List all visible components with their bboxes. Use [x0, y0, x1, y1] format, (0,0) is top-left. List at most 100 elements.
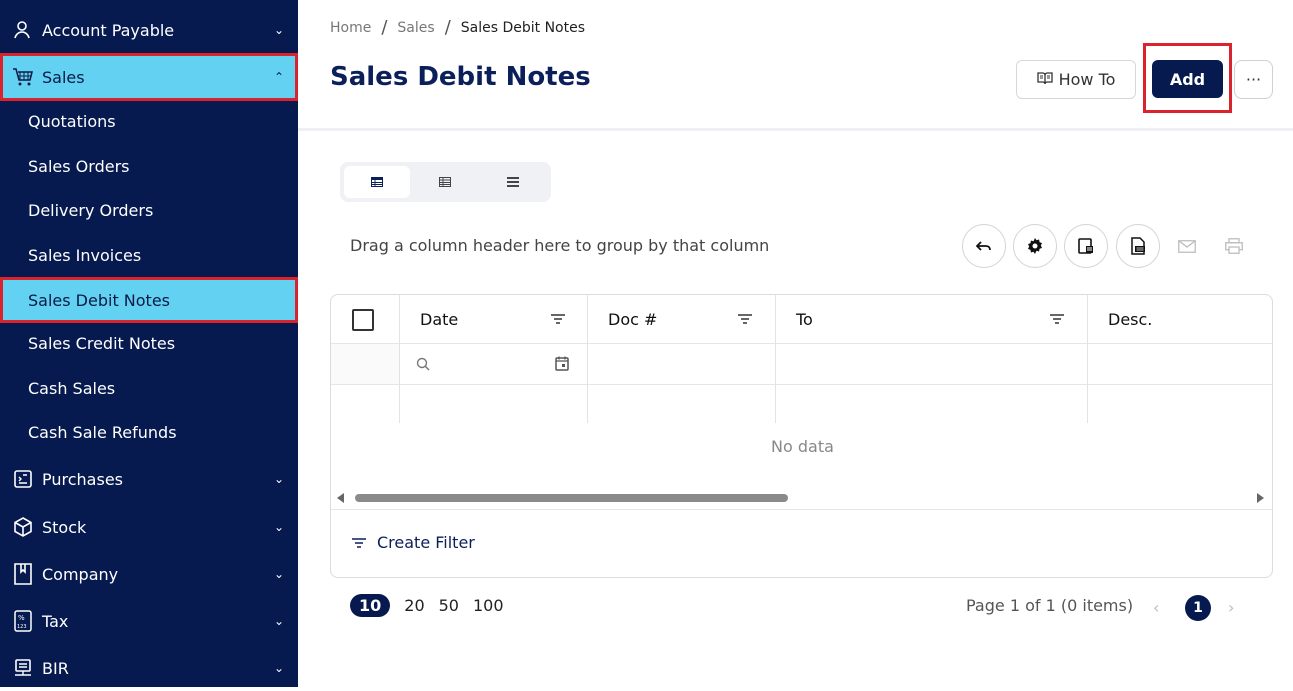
sidebar-group-company[interactable]: Company ⌄ [0, 551, 298, 597]
sidebar-item-label: Quotations [28, 112, 116, 131]
breadcrumb-home[interactable]: Home [330, 20, 371, 36]
grid-filter-row [331, 344, 1272, 385]
sidebar-item-sales-invoices[interactable]: Sales Invoices [0, 233, 298, 277]
sidebar-group-label: Account Payable [42, 20, 175, 40]
bookmark-icon [12, 563, 34, 585]
settings-button[interactable] [1013, 224, 1057, 268]
column-header-to[interactable]: To [796, 295, 813, 344]
how-to-label: How To [1058, 70, 1116, 89]
column-divider [587, 295, 588, 423]
filter-icon[interactable] [737, 312, 753, 326]
chevron-up-icon: ⌃ [273, 70, 285, 84]
search-icon[interactable] [416, 357, 430, 371]
monitor-icon [12, 657, 34, 679]
breadcrumb-separator: / [444, 17, 451, 38]
scroll-right-arrow[interactable] [1257, 493, 1264, 503]
horizontal-scrollbar[interactable] [331, 491, 1272, 505]
page-info: Page 1 of 1 (0 items) [966, 596, 1134, 615]
sidebar-item-cash-sale-refunds[interactable]: Cash Sale Refunds [0, 411, 298, 454]
list-view-icon [507, 177, 519, 187]
breadcrumb: Home / Sales / Sales Debit Notes [330, 17, 585, 38]
sidebar-item-cash-sales[interactable]: Cash Sales [0, 366, 298, 410]
filter-icon[interactable] [550, 312, 566, 326]
sidebar-group-label: Company [42, 564, 119, 584]
table-view-icon [371, 177, 383, 187]
add-button[interactable]: Add [1152, 60, 1223, 98]
filter-icon[interactable] [1049, 312, 1065, 326]
column-chooser-button[interactable] [1064, 224, 1108, 268]
email-button[interactable] [1176, 236, 1198, 256]
view-compact-button[interactable] [412, 166, 478, 198]
sidebar-item-quotations[interactable]: Quotations [0, 100, 298, 143]
breadcrumb-sales[interactable]: Sales [397, 20, 434, 36]
page-size-option[interactable]: 20 [404, 596, 424, 615]
page-title: Sales Debit Notes [330, 62, 591, 92]
view-list-button[interactable] [480, 166, 546, 198]
sidebar-group-label: Tax [42, 611, 69, 631]
undo-button[interactable] [962, 224, 1006, 268]
page-size-option[interactable]: 50 [439, 596, 459, 615]
sidebar-group-label: Sales [42, 67, 85, 87]
sidebar-group-label: BIR [42, 658, 69, 678]
sidebar-item-label: Delivery Orders [28, 201, 154, 220]
page-size-option[interactable]: 10 [350, 594, 391, 617]
gear-icon [1028, 238, 1042, 254]
file-export-icon [1131, 237, 1145, 255]
select-all-checkbox[interactable] [352, 309, 374, 331]
sidebar-group-purchases[interactable]: Purchases ⌄ [0, 456, 298, 502]
sidebar-item-label: Cash Sales [28, 378, 116, 398]
sidebar-item-sales-debit-notes[interactable]: Sales Debit Notes [0, 277, 298, 323]
create-filter-button[interactable]: Create Filter [351, 533, 475, 552]
column-divider [399, 295, 400, 423]
column-chooser-icon [1078, 238, 1093, 254]
cart-icon [12, 66, 34, 88]
sidebar: Account Payable ⌄ Sales ⌃ Quotations Sal… [0, 0, 298, 687]
chevron-down-icon: ⌄ [273, 472, 285, 486]
export-button[interactable] [1116, 224, 1160, 268]
scroll-left-arrow[interactable] [337, 493, 344, 503]
page-size-option[interactable]: 100 [473, 596, 504, 615]
how-to-button[interactable]: How To [1016, 60, 1136, 99]
sidebar-item-sales-orders[interactable]: Sales Orders [0, 144, 298, 188]
header-divider [298, 128, 1293, 131]
sidebar-group-bir[interactable]: BIR ⌄ [0, 645, 298, 691]
page-number-button[interactable]: 1 [1185, 595, 1211, 621]
main-content: Home / Sales / Sales Debit Notes Sales D… [298, 0, 1293, 687]
column-header-desc[interactable]: Desc. [1108, 295, 1152, 344]
sidebar-item-label: Sales Invoices [28, 245, 142, 265]
sidebar-item-delivery-orders[interactable]: Delivery Orders [0, 189, 298, 232]
page-size-selector: 10 20 50 100 [350, 594, 504, 617]
grid-view-icon [439, 177, 451, 187]
calendar-icon[interactable] [555, 356, 569, 371]
sidebar-group-sales[interactable]: Sales ⌃ [0, 53, 298, 101]
view-table-button[interactable] [344, 166, 410, 198]
prev-page-button[interactable]: ‹ [1153, 598, 1159, 617]
data-grid: Date Doc # To Desc. No data Create Filte… [330, 294, 1273, 578]
sidebar-group-tax[interactable]: % 123 Tax ⌄ [0, 598, 298, 644]
print-button[interactable] [1223, 236, 1245, 256]
chevron-down-icon: ⌄ [273, 520, 285, 534]
group-by-hint: Drag a column header here to group by th… [350, 236, 770, 255]
next-page-button[interactable]: › [1228, 598, 1234, 617]
sidebar-group-label: Stock [42, 517, 87, 537]
clipboard-icon [12, 468, 34, 490]
sidebar-group-account-payable[interactable]: Account Payable ⌄ [0, 8, 298, 52]
column-header-date[interactable]: Date [420, 295, 458, 344]
sidebar-group-label: Purchases [42, 469, 123, 489]
chevron-down-icon: ⌄ [273, 23, 285, 37]
more-options-button[interactable]: ··· [1234, 60, 1273, 99]
scroll-thumb[interactable] [355, 494, 788, 502]
user-icon [12, 19, 34, 41]
column-divider [1087, 295, 1088, 423]
no-data-message: No data [771, 437, 834, 456]
sidebar-item-label: Sales Debit Notes [28, 290, 171, 310]
chevron-down-icon: ⌄ [273, 614, 285, 628]
sidebar-item-sales-credit-notes[interactable]: Sales Credit Notes [0, 322, 298, 365]
sidebar-group-stock[interactable]: Stock ⌄ [0, 504, 298, 550]
column-divider [775, 295, 776, 423]
book-icon [1036, 70, 1053, 89]
filter-icon [352, 537, 366, 548]
breadcrumb-separator: / [381, 17, 388, 38]
column-header-doc[interactable]: Doc # [608, 295, 657, 344]
svg-text:123: 123 [17, 624, 27, 630]
